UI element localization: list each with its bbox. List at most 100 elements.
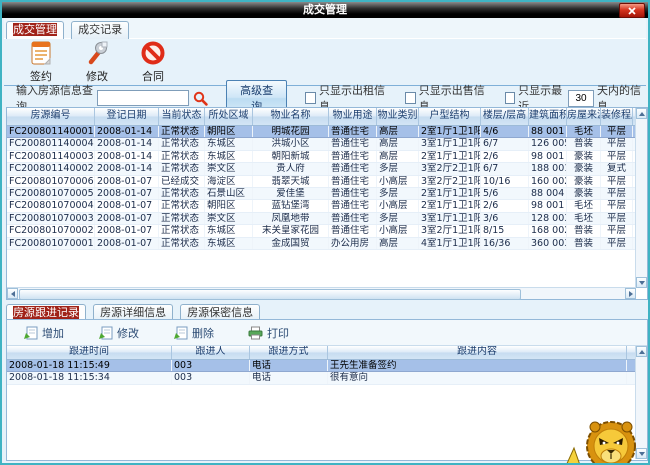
listing-table: 房源编号登记日期当前状态所处区域物业名称物业用途物业类别户型结构楼层/层高建筑面…: [6, 107, 648, 300]
table-cell: 朝阳新城: [253, 151, 329, 162]
column-header[interactable]: 跟进内容: [328, 346, 627, 359]
table-cell: 多层: [377, 188, 419, 199]
sign-contract-button[interactable]: 签约: [16, 40, 66, 84]
search-icon: [193, 91, 208, 106]
table-cell: 4/6: [481, 126, 529, 137]
edit-record-button[interactable]: 修改: [98, 325, 139, 341]
column-header[interactable]: 物业名称: [253, 108, 329, 125]
column-header[interactable]: 物业用途: [329, 108, 377, 125]
scroll-right-button[interactable]: [625, 288, 636, 299]
table-cell: 多层: [377, 213, 419, 224]
horizontal-scroll-thumb[interactable]: [19, 289, 521, 300]
search-input[interactable]: [97, 90, 189, 106]
table-row[interactable]: FC2008010700042008-01-07正常状态朝阳区蓝钻堡湾普通住宅小…: [7, 200, 647, 212]
titlebar[interactable]: 成交管理: [2, 2, 648, 18]
column-header[interactable]: 户型结构: [419, 108, 481, 125]
add-record-icon: [23, 326, 38, 340]
table-row[interactable]: 2008-01-18 11:15:34003电话很有意向: [7, 372, 647, 384]
recent-only-checkbox[interactable]: [505, 92, 516, 104]
table-cell: 普通住宅: [329, 225, 377, 236]
recent-days-input[interactable]: [568, 90, 594, 107]
column-header[interactable]: 所处区域: [205, 108, 253, 125]
table-cell: 平层: [601, 238, 633, 249]
arrow-left-icon: [11, 291, 15, 297]
column-header[interactable]: 房屋来源: [567, 108, 601, 125]
table-cell: 平层: [601, 138, 633, 149]
contract-button[interactable]: 合同: [128, 40, 178, 84]
delete-record-icon: [173, 326, 188, 340]
scroll-left-button[interactable]: [7, 288, 18, 299]
button-label: 增加: [42, 325, 64, 341]
tab-label: 房源详细信息: [100, 306, 166, 319]
column-header[interactable]: 跟进时间: [7, 346, 172, 359]
table-cell: 2室1厅1卫1阳: [419, 126, 481, 137]
sale-only-checkbox[interactable]: [405, 92, 416, 104]
table-cell: 电话: [250, 360, 328, 371]
arrow-down-icon: [639, 281, 645, 285]
tab-label: 房源保密信息: [187, 306, 253, 319]
table-cell: 普通住宅: [329, 126, 377, 137]
table-row[interactable]: FC2008011400012008-01-14正常状态朝阳区明城花园普通住宅高…: [7, 126, 647, 138]
button-label: 打印: [267, 325, 289, 341]
table-cell: 2008-01-07: [95, 176, 159, 187]
table-cell: 豪装: [567, 176, 601, 187]
sign-contract-icon: [28, 40, 54, 67]
tab-deal-management[interactable]: 成交管理: [6, 21, 64, 39]
add-record-button[interactable]: 增加: [23, 325, 64, 341]
table-cell: 3室2厅2卫1阳: [419, 176, 481, 187]
table-cell: 2/6: [481, 200, 529, 211]
tab-deal-records[interactable]: 成交记录: [71, 21, 129, 39]
table-cell: 平层: [601, 188, 633, 199]
table-row[interactable]: FC2008010700052008-01-07正常状态石景山区爱佳堡普通住宅多…: [7, 188, 647, 200]
table-cell: 平层: [601, 151, 633, 162]
table-cell: 崇文区: [205, 163, 253, 174]
column-header[interactable]: 楼层/层高: [481, 108, 529, 125]
column-header[interactable]: 建筑面积: [529, 108, 567, 125]
table-row[interactable]: FC2008011400042008-01-14正常状态东城区洪城小区普通住宅高…: [7, 138, 647, 150]
table-cell: 2/6: [481, 151, 529, 162]
table-cell: 3室1厅1卫1阳: [419, 213, 481, 224]
listing-vertical-scrollbar[interactable]: [635, 108, 647, 288]
table-cell: FC200801140003: [7, 151, 95, 162]
table-body: FC2008011400012008-01-14正常状态朝阳区明城花园普通住宅高…: [7, 126, 647, 290]
table-row[interactable]: FC2008010700032008-01-07正常状态崇文区凤凰地带普通住宅多…: [7, 213, 647, 225]
close-button[interactable]: [619, 3, 645, 18]
scroll-up-button[interactable]: [636, 346, 647, 357]
button-label: 修改: [117, 325, 139, 341]
search-button[interactable]: [193, 91, 208, 106]
table-cell: 正常状态: [159, 151, 205, 162]
table-cell: 003: [172, 372, 250, 383]
column-header[interactable]: 跟进方式: [250, 346, 328, 359]
scroll-up-button[interactable]: [636, 108, 647, 119]
table-cell: 10/16: [481, 176, 529, 187]
delete-record-button[interactable]: 删除: [173, 325, 214, 341]
table-cell: FC200801070005: [7, 188, 95, 199]
table-row[interactable]: FC2008010700062008-01-07已经成交海淀区翡翠天城普通住宅小…: [7, 176, 647, 188]
table-cell: 2室1厅1卫1阳: [419, 188, 481, 199]
column-header[interactable]: 装修程度: [601, 108, 633, 125]
search-row: 输入房源信息查询 高级查询 只显示出租信息 只显示出售信息 只显示最近 天内的信…: [16, 89, 644, 107]
table-cell: 蓝钻堡湾: [253, 200, 329, 211]
table-row[interactable]: FC2008011400032008-01-14正常状态东城区朝阳新城普通住宅高…: [7, 151, 647, 163]
close-icon: [628, 7, 636, 15]
print-button[interactable]: 打印: [248, 325, 289, 341]
table-cell: 2008-01-07: [95, 200, 159, 211]
listing-horizontal-scrollbar[interactable]: [7, 287, 636, 299]
modify-button[interactable]: 修改: [72, 40, 122, 84]
followup-toolbar: 增加 修改 删除: [7, 320, 647, 346]
table-row[interactable]: FC2008011400022008-01-14正常状态崇文区贵人府普通住宅多层…: [7, 163, 647, 175]
table-row[interactable]: 2008-01-18 11:15:49003电话王先生准备签约: [7, 360, 647, 372]
column-header[interactable]: 登记日期: [95, 108, 159, 125]
transaction-management-window: 成交管理 成交管理 成交记录 签约: [0, 0, 650, 465]
table-row[interactable]: FC2008010700012008-01-07正常状态东城区金成国贸办公用房高…: [7, 238, 647, 250]
column-header[interactable]: 当前状态: [159, 108, 205, 125]
rent-only-checkbox[interactable]: [305, 92, 316, 104]
table-cell: 普通住宅: [329, 188, 377, 199]
scroll-down-button[interactable]: [636, 277, 647, 288]
column-header[interactable]: 跟进人: [172, 346, 250, 359]
table-cell: 88 004: [529, 188, 567, 199]
table-cell: 3室1厅1卫1阳: [419, 138, 481, 149]
column-header[interactable]: 物业类别: [377, 108, 419, 125]
column-header[interactable]: 房源编号: [7, 108, 95, 125]
table-row[interactable]: FC2008010700022008-01-07正常状态东城区末关皇家花园普通住…: [7, 225, 647, 237]
